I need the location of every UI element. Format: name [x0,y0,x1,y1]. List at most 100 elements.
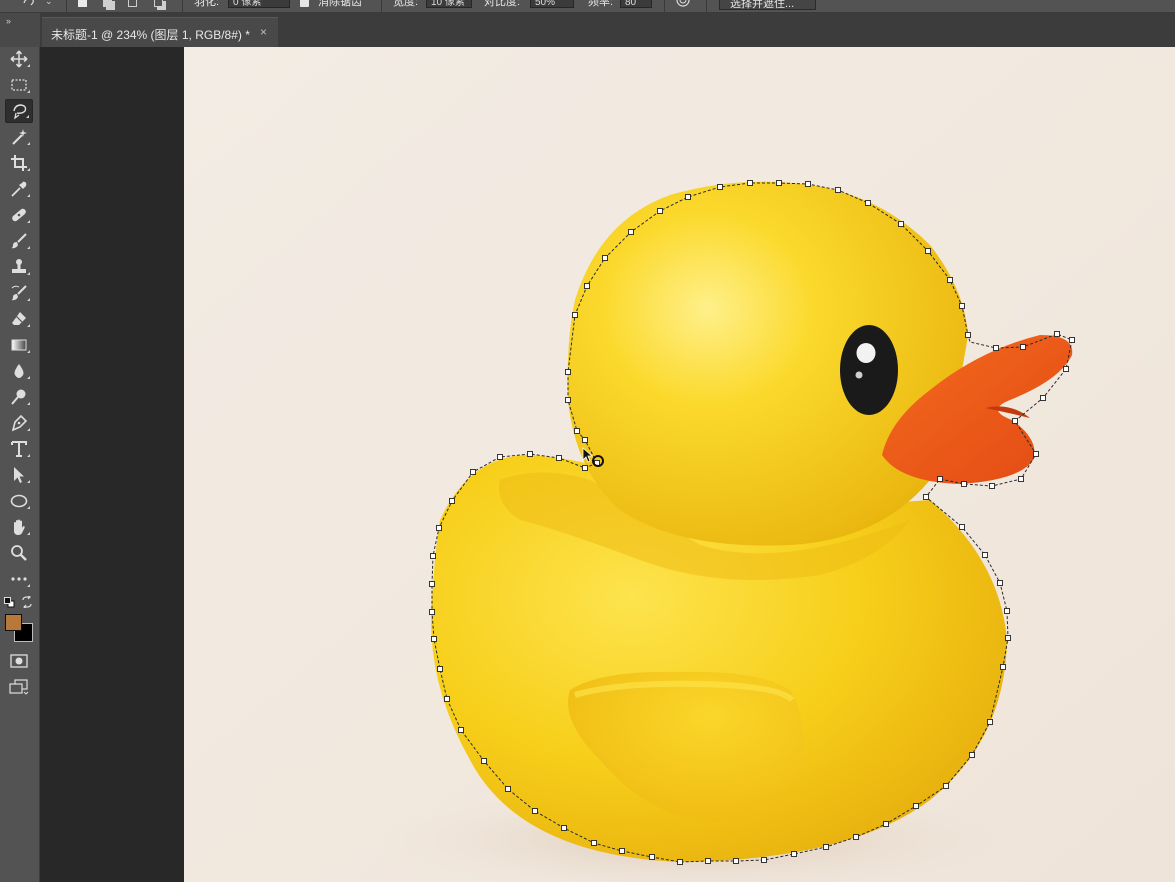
move-tool-icon[interactable] [5,47,33,71]
magnetic-lasso-tool-icon[interactable] [5,99,33,123]
lasso-anchor [1012,418,1018,424]
lasso-anchor [444,696,450,702]
lasso-anchor [532,808,538,814]
dodge-tool-icon[interactable] [5,385,33,409]
select-and-mask-button[interactable]: 选择并遮住... [719,0,816,10]
lasso-anchor [853,834,859,840]
lasso-anchor [947,277,953,283]
lasso-anchor [1020,344,1026,350]
lasso-anchor [1004,608,1010,614]
lasso-anchor [1018,476,1024,482]
lasso-anchor [761,857,767,863]
lasso-anchor [1040,395,1046,401]
lasso-anchor [591,840,597,846]
edit-toolbar-icon[interactable] [5,567,33,591]
lasso-anchor [776,180,782,186]
ellipse-tool-icon[interactable] [5,489,33,513]
frequency-label: 频率: [588,0,614,8]
lasso-anchor [993,345,999,351]
lasso-anchor [982,552,988,558]
subtract-selection-icon[interactable] [128,0,137,7]
clone-stamp-tool-icon[interactable] [5,255,33,279]
lasso-anchor [898,221,904,227]
lasso-anchor [805,181,811,187]
lasso-anchor [959,524,965,530]
blur-tool-icon[interactable] [5,359,33,383]
lasso-anchor [574,428,580,434]
lasso-anchor [883,821,889,827]
document-tab[interactable]: 未标题-1 @ 234% (图层 1, RGB/8#) * × [42,17,278,47]
lasso-anchor [1069,337,1075,343]
antialias-label: 消除锯齿 [318,0,362,8]
path-selection-tool-icon[interactable] [5,463,33,487]
default-colors-icon[interactable] [4,597,15,608]
lasso-anchor [961,481,967,487]
eyedropper-tool-icon[interactable] [5,177,33,201]
type-tool-icon[interactable] [5,437,33,461]
lasso-anchor [437,666,443,672]
preset-dropdown-arrow-icon[interactable]: ⌄ [45,0,53,8]
antialias-checkbox[interactable] [300,0,309,7]
feather-label: 羽化: [194,0,220,8]
contrast-label: 对比度: [484,0,521,8]
lasso-anchor [913,803,919,809]
collapse-toolbar-icon[interactable]: ›› [6,16,11,26]
swap-colors-icon[interactable] [21,596,33,608]
lasso-anchor [481,758,487,764]
intersect-selection-icon[interactable] [154,0,163,7]
lasso-anchor [989,483,995,489]
lasso-anchor [677,859,683,865]
lasso-anchor [965,332,971,338]
quick-mask-icon[interactable] [10,654,28,668]
lasso-anchor [747,180,753,186]
feather-input[interactable]: 0 像素 [228,0,290,8]
screen-mode-icon[interactable] [9,679,29,695]
foreground-color-swatch[interactable] [5,614,22,631]
lasso-anchor [449,498,455,504]
lasso-anchor [436,525,442,531]
brush-tool-icon[interactable] [5,229,33,253]
close-icon[interactable]: × [260,25,267,39]
lasso-anchor [582,465,588,471]
add-selection-icon[interactable] [103,0,112,7]
lasso-anchor [582,437,588,443]
lasso-anchor [657,208,663,214]
healing-brush-tool-icon[interactable] [5,203,33,227]
lasso-anchor [1063,366,1069,372]
lasso-anchor [619,848,625,854]
lasso-anchor [429,581,435,587]
pen-tool-icon[interactable] [5,411,33,435]
lasso-anchor [705,858,711,864]
lasso-anchor [1054,331,1060,337]
lasso-preset-icon[interactable] [22,0,36,9]
magic-wand-tool-icon[interactable] [5,125,33,149]
lasso-anchor [1033,451,1039,457]
lasso-anchor [685,194,691,200]
lasso-anchor [602,255,608,261]
lasso-anchor [937,476,943,482]
new-selection-icon[interactable] [78,0,87,7]
contrast-input[interactable]: 50% [530,0,574,8]
lasso-anchor [430,553,436,559]
lasso-anchor [865,200,871,206]
hand-tool-icon[interactable] [5,515,33,539]
eraser-tool-icon[interactable] [5,307,33,331]
lasso-anchor [923,494,929,500]
lasso-anchor [628,229,634,235]
history-brush-tool-icon[interactable] [5,281,33,305]
width-input[interactable]: 10 像素 [426,0,472,8]
gradient-tool-icon[interactable] [5,333,33,357]
crop-tool-icon[interactable] [5,151,33,175]
lasso-anchor [997,580,1003,586]
options-bar: ⌄ 羽化: 0 像素 消除锯齿 宽度: 10 像素 对比度: 50% 频率: 8… [0,0,1175,13]
zoom-tool-icon[interactable] [5,541,33,565]
lasso-anchor [1005,635,1011,641]
lasso-anchor [561,825,567,831]
lasso-anchor [584,283,590,289]
frequency-input[interactable]: 80 [620,0,652,8]
lasso-anchor [943,783,949,789]
marquee-tool-icon[interactable] [5,73,33,97]
lasso-anchor [458,727,464,733]
pen-pressure-icon[interactable] [674,0,692,11]
document-canvas[interactable] [184,47,1175,882]
